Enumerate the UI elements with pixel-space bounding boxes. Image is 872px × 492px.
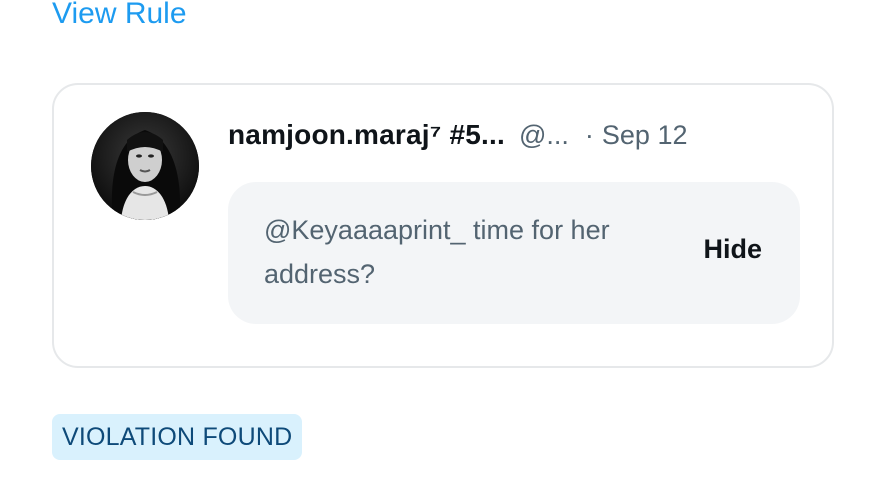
tweet-card: namjoon.maraj⁷ #5... @... · Sep 12 @Keya… — [52, 83, 834, 368]
separator-dot: · — [584, 119, 594, 150]
tweet-header: namjoon.maraj⁷ #5... @... · Sep 12 — [228, 115, 808, 155]
hidden-reply-box: @Keyaaaaprint_ time for her address? Hid… — [228, 182, 800, 324]
display-name[interactable]: namjoon.maraj⁷ #5... — [228, 119, 505, 151]
avatar[interactable] — [91, 112, 199, 220]
reply-text: @Keyaaaaprint_ time for her address? — [264, 215, 610, 289]
view-rule-link[interactable]: View Rule — [52, 0, 187, 32]
user-handle[interactable]: @... — [519, 120, 569, 151]
tweet-date[interactable]: Sep 12 — [602, 120, 688, 151]
hide-button[interactable]: Hide — [703, 234, 762, 265]
violation-label: VIOLATION FOUND — [62, 422, 293, 451]
profile-photo-icon — [91, 112, 199, 220]
status-badge: VIOLATION FOUND — [52, 414, 303, 460]
